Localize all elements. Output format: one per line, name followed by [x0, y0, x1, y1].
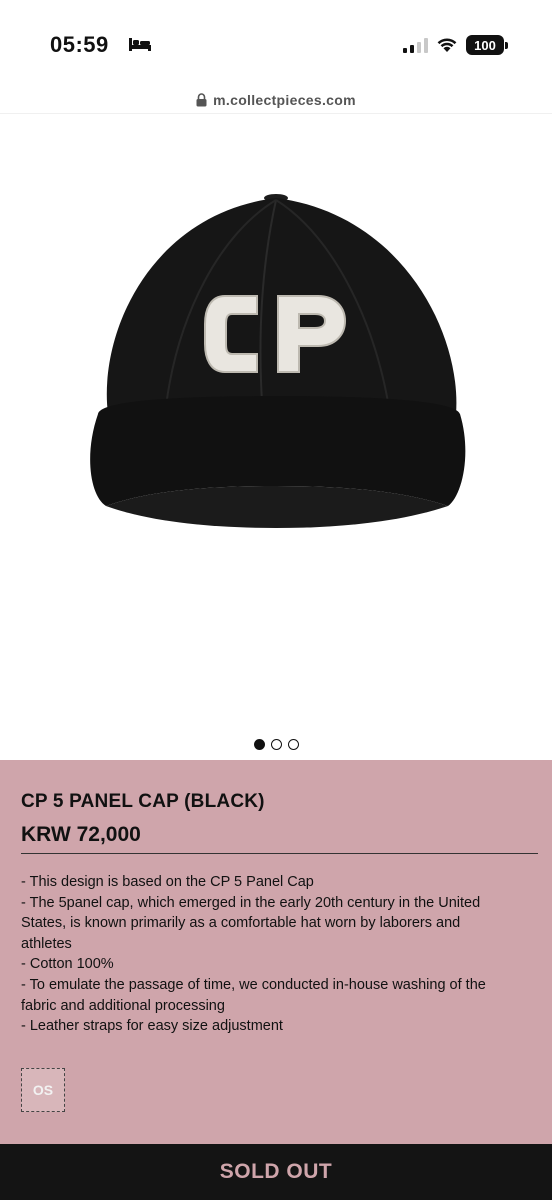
product-title: CP 5 PANEL CAP (BLACK): [21, 791, 265, 812]
carousel-dot[interactable]: [287, 738, 299, 750]
sold-out-button[interactable]: SOLD OUT: [0, 1144, 552, 1200]
description-line: - This design is based on the CP 5 Panel…: [21, 874, 314, 890]
description-line: - To emulate the passage of time, we con…: [21, 976, 486, 993]
carousel-dot[interactable]: [270, 738, 282, 750]
lock-icon: [196, 92, 207, 106]
status-time: 05:59: [50, 32, 109, 57]
sold-out-label: SOLD OUT: [219, 1160, 333, 1183]
product-description: - This design is based on the CP 5 Panel…: [21, 872, 538, 1037]
battery-icon: 100: [466, 35, 508, 55]
size-option-label: OS: [32, 1082, 54, 1098]
cap-image: [90, 194, 466, 528]
address-bar[interactable]: m.collectpieces.com: [0, 86, 552, 114]
description-line: - Cotton 100%: [21, 956, 114, 973]
description-line: athletes: [21, 935, 72, 952]
product-price: KRW 72,000: [21, 823, 141, 846]
divider: [21, 853, 538, 854]
wifi-icon: [437, 38, 457, 52]
product-image[interactable]: [0, 114, 552, 734]
description-line: States, is known primarily as a comforta…: [21, 915, 461, 932]
product-info-panel: CP 5 PANEL CAP (BLACK) KRW 72,000 - This…: [0, 760, 552, 1144]
description-line: - Leather straps for easy size adjustmen…: [21, 1018, 283, 1035]
bed-icon: [129, 38, 151, 51]
battery-level: 100: [474, 37, 496, 53]
size-option-os[interactable]: OS: [21, 1068, 65, 1112]
url-text: m.collectpieces.com: [213, 91, 356, 108]
status-bar: 05:59 100: [0, 0, 552, 86]
status-indicators: 100: [403, 35, 508, 55]
cellular-signal-icon: [403, 37, 428, 53]
carousel-dot[interactable]: [253, 738, 265, 750]
carousel-indicator: [0, 736, 552, 752]
description-line: fabric and additional processing: [21, 997, 225, 1014]
description-line: - The 5panel cap, which emerged in the e…: [21, 894, 481, 911]
